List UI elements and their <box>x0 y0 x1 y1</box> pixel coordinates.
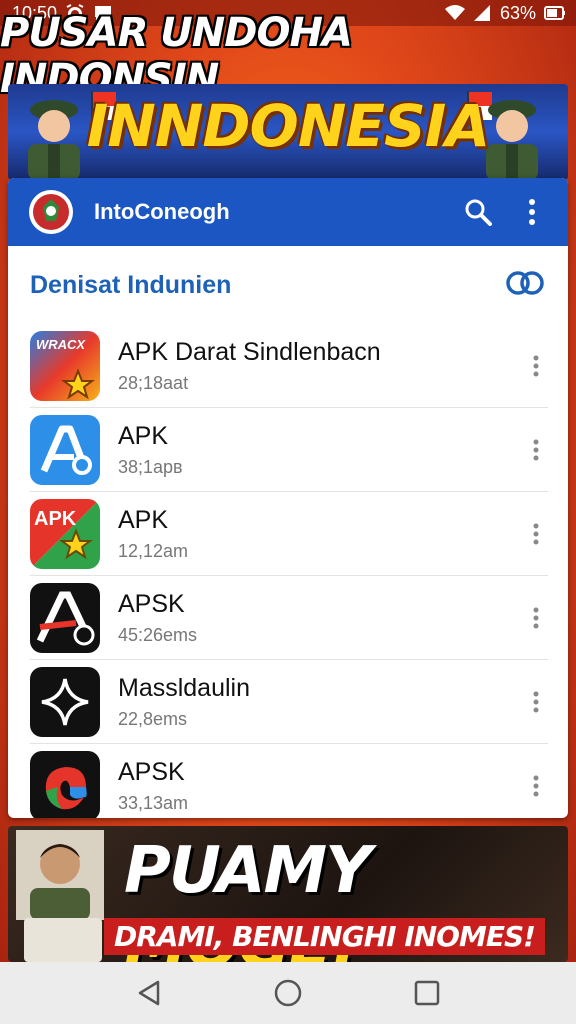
section-header: Denisat Indunien <box>8 246 568 324</box>
list-item[interactable]: APSK 45:26ems <box>30 576 548 660</box>
more-vert-icon <box>533 355 539 376</box>
list-item[interactable]: WRACX APK Darat Sindlenbacn 28;18aat <box>30 324 548 408</box>
more-vert-icon <box>533 691 539 712</box>
app-icon-label: WRACX <box>36 337 86 352</box>
recents-button[interactable] <box>403 969 451 1017</box>
more-vert-icon <box>533 439 539 460</box>
link-button[interactable] <box>504 270 546 301</box>
back-button[interactable] <box>125 969 173 1017</box>
list-item[interactable]: APK APK 12,12am <box>30 492 548 576</box>
search-icon <box>465 199 492 226</box>
app-meta: 22,8ems <box>118 708 188 729</box>
list-item[interactable]: APSK 33,13am <box>30 744 548 818</box>
promo-subline: DRAMI, BENLINGHI INOMES! <box>104 918 545 955</box>
app-meta: 38;1apв <box>118 456 183 477</box>
more-vert-icon <box>529 199 535 225</box>
headline: PUSAR UNDOHA INDONSIN <box>0 10 353 102</box>
item-menu-button[interactable] <box>524 346 548 386</box>
item-menu-button[interactable] <box>524 430 548 470</box>
app-name: APK <box>118 505 169 534</box>
app-icon: WRACX <box>30 330 100 401</box>
app-icon <box>30 582 100 653</box>
item-menu-button[interactable] <box>524 766 548 806</box>
app-list: WRACX APK Darat Sindlenbacn 28;18aat APK… <box>8 324 568 818</box>
recents-icon <box>414 980 439 1006</box>
home-button[interactable] <box>264 969 312 1017</box>
search-button[interactable] <box>458 192 498 232</box>
overflow-menu-button[interactable] <box>512 192 552 232</box>
app-title: IntoConeogh <box>94 199 230 224</box>
app-icon: APK <box>30 498 100 569</box>
section-title: Denisat Indunien <box>30 270 232 299</box>
item-menu-button[interactable] <box>524 514 548 554</box>
app-icon <box>30 751 100 818</box>
more-vert-icon <box>533 523 539 544</box>
app-icon-label: APK <box>34 508 77 530</box>
app-name: APK Darat Sindlenbacn <box>118 337 381 366</box>
banner-title: INNDONESIA <box>86 92 491 160</box>
app-name: APSK <box>118 758 185 786</box>
app-meta: 28;18aat <box>118 372 189 393</box>
more-vert-icon <box>533 607 539 628</box>
app-icon <box>30 414 100 485</box>
promo-thumbnail <box>24 918 102 962</box>
home-icon <box>274 979 302 1007</box>
app-meta: 33,13am <box>118 793 189 813</box>
app-window: IntoConeogh Denisat Indunien WRACX APK D… <box>8 178 568 818</box>
list-item[interactable]: Massldaulin 22,8ems <box>30 660 548 744</box>
person-illustration <box>16 830 104 920</box>
item-menu-button[interactable] <box>524 598 548 638</box>
app-logo <box>29 190 73 234</box>
app-name: Massldaulin <box>118 673 251 702</box>
hero-banner[interactable]: INNDONESIA <box>8 84 568 180</box>
app-name: APK <box>118 421 169 450</box>
item-menu-button[interactable] <box>524 682 548 722</box>
more-vert-icon <box>533 775 539 797</box>
promo-headline-white: PUAMY <box>124 834 372 908</box>
app-bar: IntoConeogh <box>8 178 568 246</box>
system-nav-bar <box>0 962 576 1024</box>
promo-banner[interactable]: PUAMY MOGE!’ DRAMI, BENLINGHI INOMES! <box>8 826 568 962</box>
app-icon <box>30 666 100 737</box>
list-item[interactable]: APK 38;1apв <box>30 408 548 492</box>
link-icon <box>506 270 544 295</box>
app-name: APSK <box>118 589 185 618</box>
app-meta: 12,12am <box>118 540 189 561</box>
app-meta: 45:26ems <box>118 624 198 645</box>
back-icon <box>139 980 160 1006</box>
